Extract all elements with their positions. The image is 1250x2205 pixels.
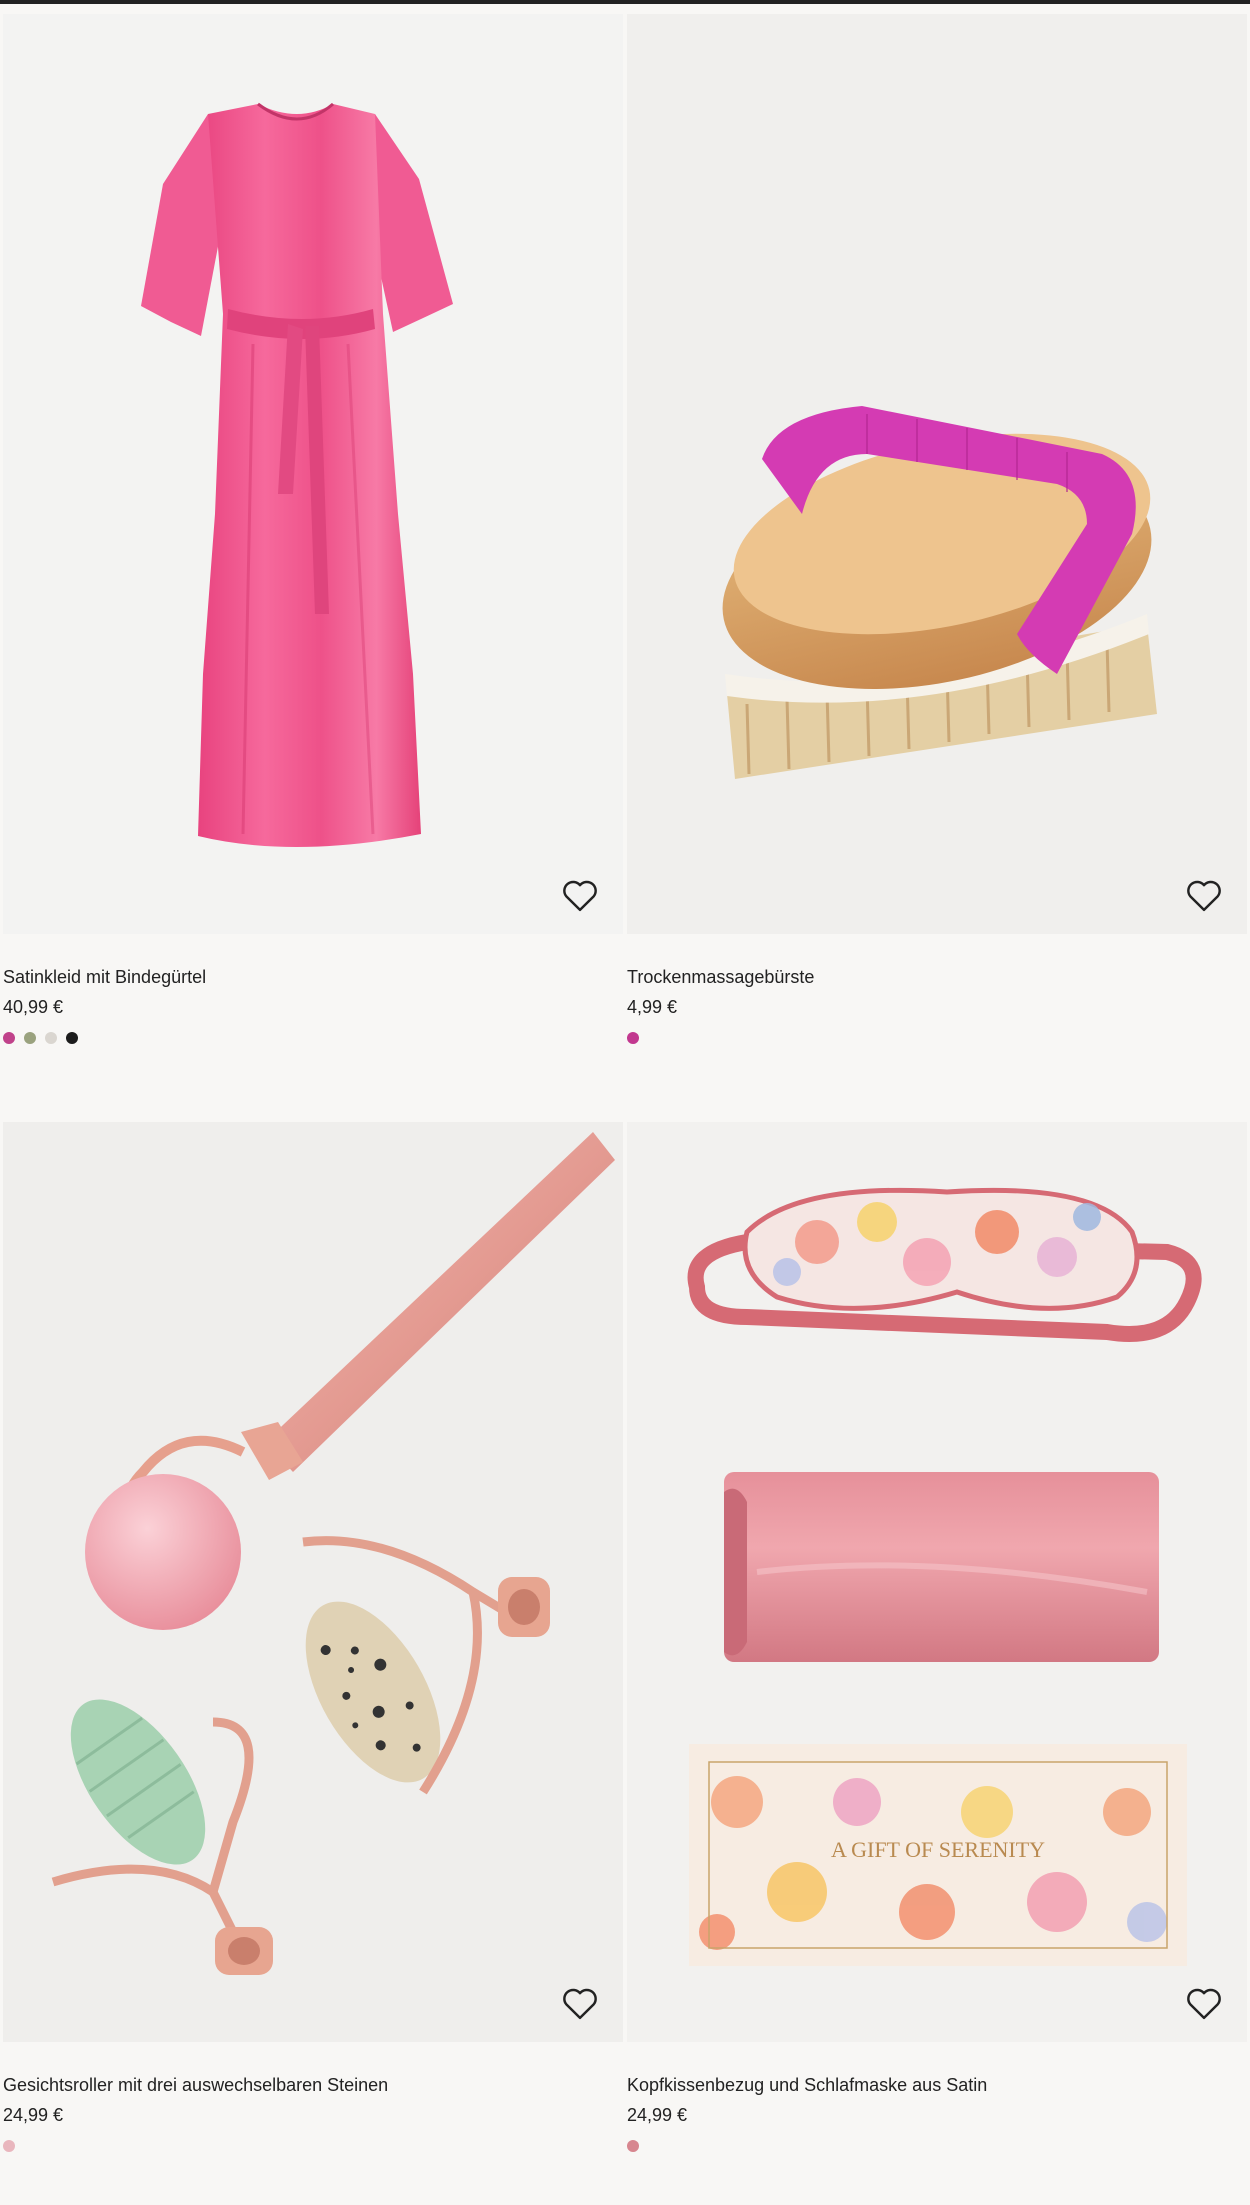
product-image-pillowcase-sleepmask[interactable]: A GIFT OF SERENITY <box>627 1122 1247 2042</box>
product-name[interactable]: Gesichtsroller mit drei auswechselbaren … <box>3 2074 623 2096</box>
color-swatches <box>627 2140 1247 2152</box>
top-border <box>0 0 1250 4</box>
color-swatch[interactable] <box>3 2140 15 2152</box>
wooden-body-brush-image <box>627 14 1247 934</box>
color-swatch[interactable] <box>627 2140 639 2152</box>
gift-box-label: A GIFT OF SERENITY <box>831 1837 1045 1862</box>
color-swatch[interactable] <box>45 1032 57 1044</box>
face-roller-set-image <box>3 1122 623 2042</box>
color-swatch[interactable] <box>24 1032 36 1044</box>
color-swatches <box>627 1032 1247 1044</box>
satin-pillowcase-and-sleep-mask-image: A GIFT OF SERENITY <box>627 1122 1247 2042</box>
heart-icon[interactable] <box>559 874 601 916</box>
color-swatches <box>3 2140 623 2152</box>
color-swatch[interactable] <box>66 1032 78 1044</box>
product-name[interactable]: Satinkleid mit Bindegürtel <box>3 966 623 988</box>
heart-icon[interactable] <box>559 1982 601 2024</box>
product-name[interactable]: Trockenmassagebürste <box>627 966 1247 988</box>
product-card-face-roller[interactable]: Gesichtsroller mit drei auswechselbaren … <box>3 1122 623 2152</box>
product-image-satin-dress[interactable] <box>3 14 623 934</box>
product-price: 40,99 € <box>3 997 64 1017</box>
product-image-massage-brush[interactable] <box>627 14 1247 934</box>
heart-icon[interactable] <box>1183 1982 1225 2024</box>
product-info: Trockenmassagebürste 4,99 € <box>627 934 1247 1044</box>
product-price: 24,99 € <box>3 2105 64 2125</box>
product-card-massage-brush[interactable]: Trockenmassagebürste 4,99 € <box>627 14 1247 1044</box>
heart-icon[interactable] <box>1183 874 1225 916</box>
product-info: Kopfkissenbezug und Schlafmaske aus Sati… <box>627 2042 1247 2152</box>
product-info: Gesichtsroller mit drei auswechselbaren … <box>3 2042 623 2152</box>
product-image-face-roller[interactable] <box>3 1122 623 2042</box>
product-info: Satinkleid mit Bindegürtel 40,99 € <box>3 934 623 1044</box>
color-swatches <box>3 1032 623 1044</box>
product-price: 4,99 € <box>627 997 678 1017</box>
pink-satin-dress-image <box>3 14 623 934</box>
product-price: 24,99 € <box>627 2105 688 2125</box>
product-card-satin-dress[interactable]: Satinkleid mit Bindegürtel 40,99 € <box>3 14 623 1044</box>
color-swatch[interactable] <box>627 1032 639 1044</box>
product-card-pillowcase-sleepmask[interactable]: A GIFT OF SERENITY Kopfkissenbezug und S… <box>627 1122 1247 2152</box>
color-swatch[interactable] <box>3 1032 15 1044</box>
product-name[interactable]: Kopfkissenbezug und Schlafmaske aus Sati… <box>627 2074 1247 2096</box>
